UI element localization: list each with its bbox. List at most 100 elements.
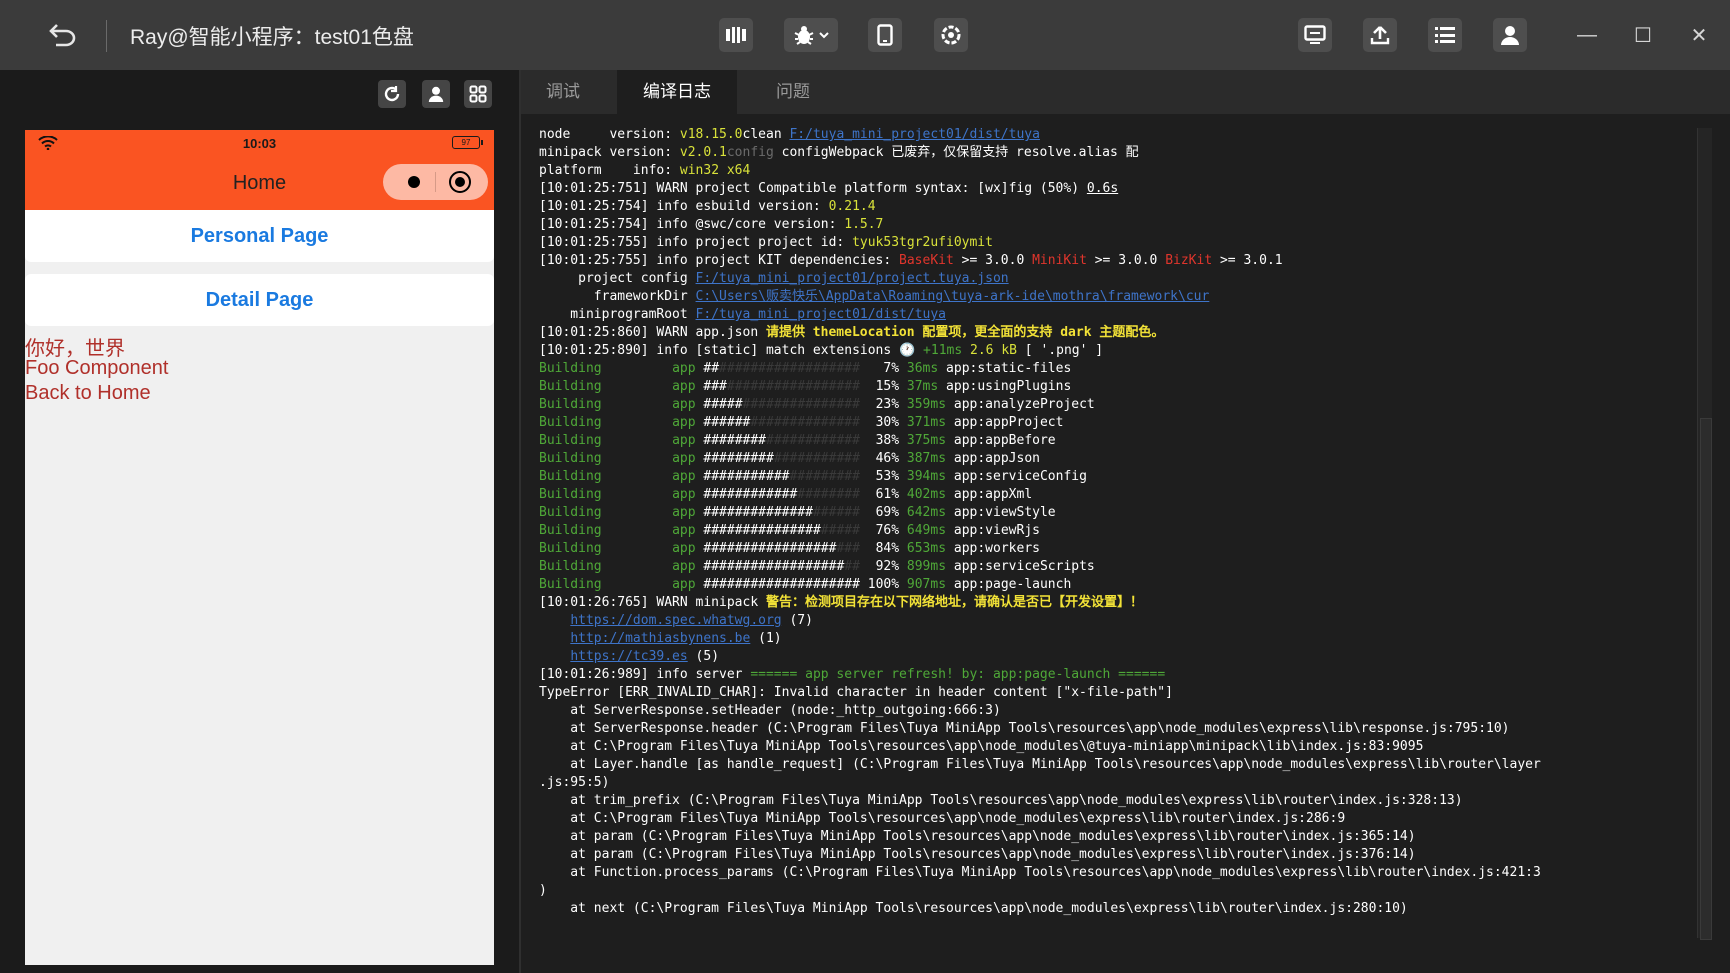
build-time: 375ms xyxy=(906,433,947,448)
log-line: project config F:/tuya_mini_project01/pr… xyxy=(539,271,1009,286)
build-bar-remainder: ######### xyxy=(789,469,860,484)
build-progress-line: Building app #################### 38% 37… xyxy=(539,432,1709,450)
build-bar-remainder: ################# xyxy=(726,379,860,394)
tab-compile-log[interactable]: 编译日志 xyxy=(617,70,737,114)
error-line: at ServerResponse.header (C:\Program Fil… xyxy=(539,721,1510,736)
tab-problems[interactable]: 问题 xyxy=(751,70,835,114)
personal-page-button[interactable]: Personal Page xyxy=(25,210,494,262)
battery-indicator: 97 xyxy=(452,136,483,149)
error-line: at C:\Program Files\Tuya MiniApp Tools\r… xyxy=(539,739,1424,754)
build-app-label: app xyxy=(672,487,696,502)
debug-icon xyxy=(794,26,813,45)
preview-device-button[interactable] xyxy=(868,18,902,52)
compile-mode-button[interactable] xyxy=(719,18,753,52)
capsule-divider xyxy=(435,172,436,192)
build-app-label: app xyxy=(672,379,696,394)
build-percent: 30% xyxy=(875,415,900,430)
build-label: Building xyxy=(539,469,602,484)
build-label: Building xyxy=(539,577,602,592)
build-time: 371ms xyxy=(906,415,947,430)
refresh-button[interactable] xyxy=(378,80,406,108)
build-progress-line: Building app #################### 92% 89… xyxy=(539,558,1709,576)
sim-user-button[interactable] xyxy=(422,80,450,108)
log-url-link[interactable]: https://tc39.es xyxy=(570,649,687,664)
build-label: Building xyxy=(539,379,602,394)
capsule-menu[interactable] xyxy=(383,164,488,200)
build-time: 394ms xyxy=(906,469,947,484)
build-bar-remainder: ##### xyxy=(820,523,860,538)
plugin-button[interactable] xyxy=(934,18,968,52)
log-line: [10:01:25:754] info esbuild version: 0.2… xyxy=(539,199,876,214)
back-button[interactable] xyxy=(40,17,86,53)
dropdown-icon[interactable] xyxy=(818,29,830,41)
log-line: http://mathiasbynens.be (1) xyxy=(570,631,782,646)
build-percent: 53% xyxy=(875,469,900,484)
upload-button[interactable] xyxy=(1363,18,1397,52)
build-step: app:analyzeProject xyxy=(953,397,1095,412)
build-label: Building xyxy=(539,433,602,448)
build-bar: ##### xyxy=(703,397,743,412)
sim-grid-button[interactable] xyxy=(464,80,492,108)
error-line: at Layer.handle [as handle_request] (C:\… xyxy=(539,757,1541,772)
user-icon xyxy=(1501,26,1519,45)
log-line: minipack version: v2.0.1config configWeb… xyxy=(539,145,1139,160)
build-percent: 38% xyxy=(875,433,900,448)
build-step: app:viewRjs xyxy=(953,523,1040,538)
tab-debug[interactable]: 调试 xyxy=(521,70,605,114)
build-progress-line: Building app #################### 61% 40… xyxy=(539,486,1709,504)
log-scrollbar[interactable] xyxy=(1697,128,1712,940)
build-step: app:serviceScripts xyxy=(953,559,1095,574)
upload-icon xyxy=(1370,26,1390,45)
tab-bar: 调试 编译日志 问题 xyxy=(521,70,1730,114)
log-path-link[interactable]: F:/tuya_mini_project01/dist/tuya xyxy=(696,307,946,322)
build-step: app:static-files xyxy=(946,361,1072,376)
back-to-home-link[interactable]: Back to Home xyxy=(25,382,151,405)
log-url-link[interactable]: http://mathiasbynens.be xyxy=(570,631,750,646)
build-app-label: app xyxy=(672,433,696,448)
nav-bar: 10:03 97 Home xyxy=(25,130,494,210)
log-scrollbar-thumb[interactable] xyxy=(1700,418,1712,940)
debug-button[interactable] xyxy=(784,18,838,52)
log-line: miniprogramRoot F:/tuya_mini_project01/d… xyxy=(539,307,946,322)
error-line: at Function.process_params (C:\Program F… xyxy=(539,865,1541,880)
details-button[interactable] xyxy=(1428,18,1462,52)
user-button[interactable] xyxy=(1493,18,1527,52)
error-line: at next (C:\Program Files\Tuya MiniApp T… xyxy=(539,901,1408,916)
build-bar: #################### xyxy=(703,577,860,592)
build-step: app:appXml xyxy=(953,487,1033,502)
log-line: https://dom.spec.whatwg.org (7) xyxy=(570,613,813,628)
build-percent: 7% xyxy=(883,361,900,376)
build-bar: ######### xyxy=(703,451,774,466)
log-line: [10:01:25:751] WARN project Compatible p… xyxy=(539,181,1119,196)
build-bar-remainder: ############## xyxy=(750,415,860,430)
build-bar-remainder: ######## xyxy=(797,487,860,502)
build-label: Building xyxy=(539,451,602,466)
log-line: [10:01:25:755] info project KIT dependen… xyxy=(539,253,1283,268)
build-label: Building xyxy=(539,361,602,376)
window-title: Ray@智能小程序：test01色盘 xyxy=(130,26,414,49)
details-icon xyxy=(1435,27,1455,43)
build-app-label: app xyxy=(672,505,696,520)
build-step: app:serviceConfig xyxy=(953,469,1087,484)
build-bar: ########### xyxy=(703,469,790,484)
build-bar: ###### xyxy=(703,415,751,430)
close-button[interactable]: ✕ xyxy=(1682,18,1716,52)
close-miniapp-icon[interactable] xyxy=(449,171,471,193)
log-path-link[interactable]: C:\Users\贩卖快乐\AppData\Roaming\tuya-ark-i… xyxy=(696,289,1210,304)
log-path-link[interactable]: F:/tuya_mini_project01/project.tuya.json xyxy=(696,271,1009,286)
remote-debug-button[interactable] xyxy=(1298,18,1332,52)
log-path-link[interactable]: F:/tuya_mini_project01/dist/tuya xyxy=(789,127,1039,142)
build-step: app:page-launch xyxy=(953,577,1072,592)
build-step: app:appJson xyxy=(953,451,1040,466)
build-time: 37ms xyxy=(906,379,939,394)
detail-page-button[interactable]: Detail Page xyxy=(25,274,494,326)
build-progress-line: Building app #################### 7% 36m… xyxy=(539,360,1709,378)
more-dot-icon[interactable] xyxy=(408,176,420,188)
maximize-button[interactable]: ☐ xyxy=(1626,18,1660,52)
build-progress-line: Building app #################### 15% 37… xyxy=(539,378,1709,396)
log-url-link[interactable]: https://dom.spec.whatwg.org xyxy=(570,613,781,628)
build-progress-line: Building app #################### 84% 65… xyxy=(539,540,1709,558)
minimize-button[interactable]: — xyxy=(1570,18,1604,52)
build-bar: ################## xyxy=(703,559,845,574)
build-label: Building xyxy=(539,559,602,574)
